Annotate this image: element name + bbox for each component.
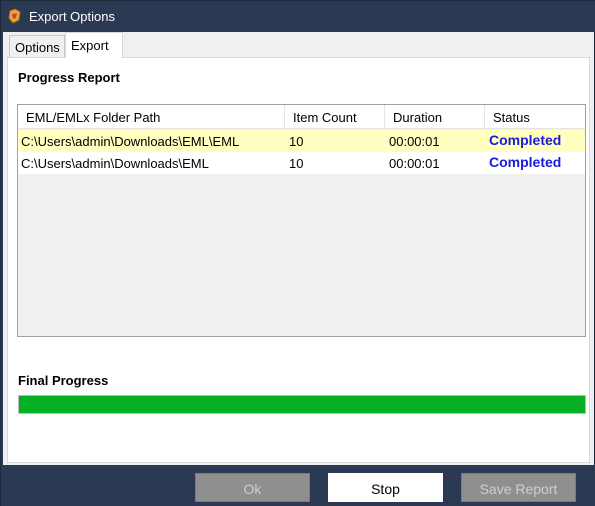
column-header-duration[interactable]: Duration <box>385 105 485 129</box>
cell-status: Completed <box>489 154 562 170</box>
list-header: EML/EMLx Folder Path Item Count Duration… <box>18 105 585 129</box>
title-bar: Export Options <box>1 1 595 32</box>
progress-fill <box>19 396 585 413</box>
tab-export[interactable]: Export <box>65 32 123 58</box>
cell-item-count: 10 <box>289 156 304 171</box>
cell-status: Completed <box>489 132 562 148</box>
final-progress-bar <box>18 395 586 414</box>
dialog-client-area: Options Export Progress Report EML/EMLx … <box>3 32 594 465</box>
progress-report-heading: Progress Report <box>18 70 120 85</box>
cell-item-count: 10 <box>289 134 304 149</box>
ok-button[interactable]: Ok <box>195 473 310 502</box>
button-bar: Ok Stop Save Report <box>1 465 595 506</box>
stop-button[interactable]: Stop <box>328 473 443 502</box>
tab-options[interactable]: Options <box>9 35 65 57</box>
cell-folder-path: C:\Users\admin\Downloads\EML <box>21 156 209 171</box>
column-header-status[interactable]: Status <box>485 105 585 129</box>
app-logo-icon <box>7 8 23 24</box>
cell-folder-path: C:\Users\admin\Downloads\EML\EML <box>21 134 240 149</box>
tab-strip: Options Export <box>7 32 590 58</box>
table-row[interactable]: C:\Users\admin\Downloads\EML\EML 10 00:0… <box>18 130 585 152</box>
cell-duration: 00:00:01 <box>389 134 440 149</box>
export-options-window: Export Options Options Export Progress R… <box>0 0 595 506</box>
window-title: Export Options <box>29 9 115 24</box>
final-progress-heading: Final Progress <box>18 373 109 388</box>
export-tab-panel: Progress Report EML/EMLx Folder Path Ite… <box>7 57 590 463</box>
save-report-button[interactable]: Save Report <box>461 473 576 502</box>
column-header-item-count[interactable]: Item Count <box>285 105 385 129</box>
progress-report-list[interactable]: EML/EMLx Folder Path Item Count Duration… <box>17 104 586 337</box>
cell-duration: 00:00:01 <box>389 156 440 171</box>
table-row[interactable]: C:\Users\admin\Downloads\EML 10 00:00:01… <box>18 152 585 174</box>
column-header-folder-path[interactable]: EML/EMLx Folder Path <box>18 105 285 129</box>
